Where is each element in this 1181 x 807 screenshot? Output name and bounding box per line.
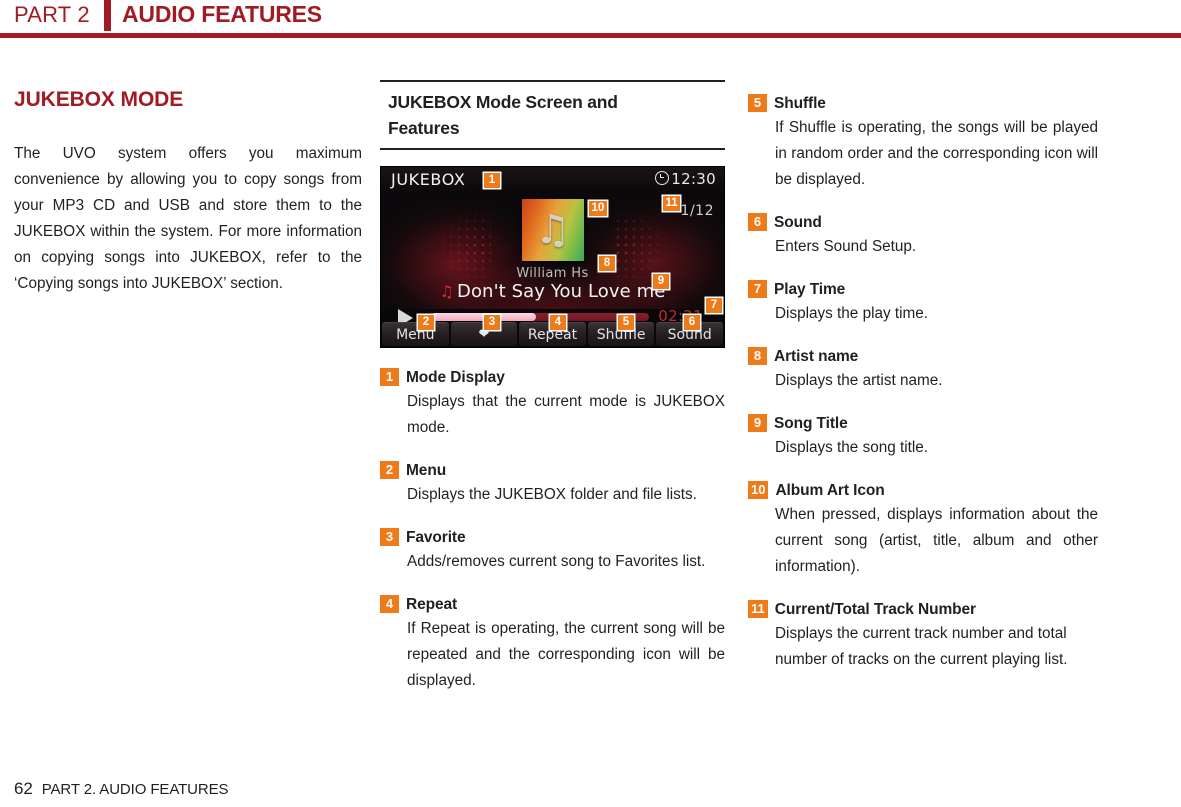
- page-footer: 62 PART 2. AUDIO FEATURES: [14, 779, 229, 799]
- feature-description: Displays the play time.: [775, 305, 929, 322]
- feature-description: Displays the JUKEBOX folder and file lis…: [407, 486, 697, 503]
- feature-item: 5 Shuffle If Shuffle is operating, the s…: [748, 94, 1098, 193]
- clock-icon: [655, 171, 670, 185]
- jukebox-screen-figure: JUKEBOX 12:30 ♫ 1/12 William Hs ♫ Don't S…: [380, 166, 725, 348]
- feature-number-badge: 4: [380, 595, 399, 613]
- feature-title: Shuffle: [774, 95, 826, 112]
- feature-heading: 10 Album Art Icon: [748, 481, 1098, 500]
- callout-badge-11: 11: [663, 196, 681, 211]
- callout-badge-9: 9: [653, 274, 669, 289]
- feature-item: 4 Repeat If Repeat is operating, the cur…: [380, 595, 725, 694]
- feature-title: Mode Display: [406, 369, 505, 386]
- callout-badge-6: 6: [684, 315, 700, 330]
- feature-item: 7 Play Time Displays the play time.: [748, 280, 1098, 327]
- subsection-heading-line-2: Features: [388, 118, 460, 138]
- feature-title: Menu: [406, 462, 447, 479]
- right-column: 5 Shuffle If Shuffle is operating, the s…: [748, 80, 1098, 673]
- feature-description: Displays the artist name.: [775, 372, 943, 389]
- feature-number-badge: 9: [748, 414, 767, 432]
- header-rule: [0, 33, 1181, 38]
- device-clock-time: 12:30: [671, 170, 716, 188]
- feature-heading: 7 Play Time: [748, 280, 1098, 299]
- feature-number-badge: 11: [748, 600, 768, 618]
- device-button-menu[interactable]: Menu: [382, 322, 449, 346]
- header-divider: [104, 0, 111, 31]
- feature-number-badge: 8: [748, 347, 767, 365]
- feature-number-badge: 7: [748, 280, 767, 298]
- device-track-counter: 1/12: [680, 203, 714, 219]
- feature-item: 1 Mode Display Displays that the current…: [380, 368, 725, 441]
- section-title: JUKEBOX MODE: [14, 88, 184, 111]
- device-top-bar: JUKEBOX 12:30: [381, 167, 724, 194]
- feature-title: Repeat: [406, 596, 458, 613]
- progress-bar[interactable]: [431, 313, 649, 321]
- feature-item: 6 Sound Enters Sound Setup.: [748, 213, 1098, 260]
- feature-item: 3 Favorite Adds/removes current song to …: [380, 528, 725, 575]
- intro-paragraph: The UVO system offers you maximum conven…: [14, 145, 362, 292]
- music-note-icon: ♫: [534, 207, 571, 253]
- device-clock: 12:30: [655, 170, 716, 188]
- feature-item: 10 Album Art Icon When pressed, displays…: [748, 481, 1098, 580]
- callout-badge-4: 4: [550, 315, 566, 330]
- feature-title: Artist name: [774, 348, 859, 365]
- feature-number-badge: 10: [748, 481, 769, 499]
- callout-badge-2: 2: [418, 315, 434, 330]
- feature-heading: 9 Song Title: [748, 414, 1098, 433]
- callout-badge-3: 3: [484, 315, 500, 330]
- subsection-heading: JUKEBOX Mode Screen and Features: [380, 80, 725, 150]
- device-mode-label: JUKEBOX: [391, 170, 466, 189]
- feature-description: Displays the current track number and to…: [775, 625, 1068, 668]
- feature-item: 11 Current/Total Track Number Displays t…: [748, 600, 1098, 673]
- callout-badge-7: 7: [706, 298, 722, 313]
- left-column: JUKEBOX MODE The UVO system offers you m…: [14, 80, 362, 312]
- page-number: 62: [14, 779, 33, 798]
- feature-title: Favorite: [406, 529, 466, 546]
- feature-title: Song Title: [774, 415, 848, 432]
- callout-badge-10: 10: [589, 201, 607, 216]
- feature-description: Displays the song title.: [775, 439, 929, 456]
- feature-heading: 11 Current/Total Track Number: [748, 600, 1098, 619]
- feature-number-badge: 3: [380, 528, 399, 546]
- middle-column: JUKEBOX Mode Screen and Features JUKEBOX…: [380, 80, 725, 694]
- callout-badge-1: 1: [484, 173, 500, 188]
- feature-description: Adds/removes current song to Favorites l…: [407, 553, 706, 570]
- feature-number-badge: 2: [380, 461, 399, 479]
- feature-number-badge: 1: [380, 368, 399, 386]
- feature-heading: 5 Shuffle: [748, 94, 1098, 113]
- feature-description: Displays that the current mode is JUKEBO…: [407, 393, 725, 436]
- feature-item: 9 Song Title Displays the song title.: [748, 414, 1098, 461]
- callout-badge-8: 8: [599, 256, 615, 271]
- feature-title: Current/Total Track Number: [774, 601, 976, 618]
- feature-description: If Repeat is operating, the current song…: [407, 620, 725, 689]
- device-song-title: ♫ Don't Say You Love me: [439, 281, 666, 302]
- feature-title: Sound: [774, 214, 822, 231]
- feature-description: Enters Sound Setup.: [775, 238, 917, 255]
- feature-item: 8 Artist name Displays the artist name.: [748, 347, 1098, 394]
- page-title: AUDIO FEATURES: [122, 1, 322, 27]
- feature-description: If Shuffle is operating, the songs will …: [775, 119, 1098, 188]
- feature-number-badge: 6: [748, 213, 767, 231]
- feature-heading: 6 Sound: [748, 213, 1098, 232]
- feature-heading: 1 Mode Display: [380, 368, 725, 387]
- feature-heading: 4 Repeat: [380, 595, 725, 614]
- album-art-icon[interactable]: ♫: [521, 199, 584, 261]
- footer-label: PART 2. AUDIO FEATURES: [41, 781, 229, 798]
- feature-heading: 2 Menu: [380, 461, 725, 480]
- feature-description: When pressed, displays information about…: [775, 506, 1098, 575]
- feature-heading: 3 Favorite: [380, 528, 725, 547]
- subsection-heading-line-1: JUKEBOX Mode Screen and: [388, 92, 618, 112]
- feature-number-badge: 5: [748, 94, 767, 112]
- callout-badge-5: 5: [618, 315, 634, 330]
- music-note-icon-small: ♫: [439, 282, 454, 301]
- feature-title: Album Art Icon: [775, 482, 885, 499]
- feature-item: 2 Menu Displays the JUKEBOX folder and f…: [380, 461, 725, 508]
- device-artist-name: William Hs: [516, 266, 589, 281]
- page-header: PART 2 AUDIO FEATURES: [0, 0, 1181, 40]
- header-part-label: PART 2: [14, 2, 90, 27]
- feature-title: Play Time: [774, 281, 846, 298]
- feature-heading: 8 Artist name: [748, 347, 1098, 366]
